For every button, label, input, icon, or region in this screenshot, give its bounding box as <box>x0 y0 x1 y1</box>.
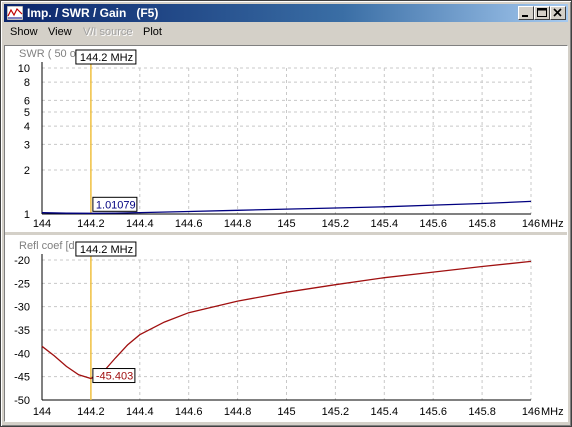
x-tick-label: 145.4 <box>371 218 399 230</box>
y-tick-label: 6 <box>24 95 30 107</box>
x-unit-label: MHz <box>541 218 564 230</box>
y-tick-label: 3 <box>24 139 30 151</box>
minimize-icon <box>522 15 528 17</box>
y-tick-label: 5 <box>24 107 30 119</box>
app-window: Imp. / SWR / Gain (F5) Show View V/I sou… <box>0 0 572 427</box>
x-tick-label: 144 <box>33 218 51 230</box>
menu-vi-source[interactable]: V/I source <box>83 26 133 38</box>
title-bar[interactable]: Imp. / SWR / Gain (F5) <box>4 4 568 22</box>
y-tick-label: -20 <box>14 255 30 267</box>
y-tick-label: -50 <box>14 395 30 407</box>
marker-frequency-box: 144.2 MHz <box>75 241 137 257</box>
y-tick-label: -40 <box>14 348 30 360</box>
x-tick-label: 144 <box>33 406 51 418</box>
menu-view[interactable]: View <box>48 26 72 38</box>
x-tick-label: 145.8 <box>468 218 496 230</box>
plots-canvas[interactable]: SWR ( 50 o144 144.2 144.4 144.6 144.8 145 145.… <box>5 46 567 421</box>
marker-value-label: 1.01079 <box>96 199 136 211</box>
marker-frequency-label: 144.2 MHz <box>80 52 133 64</box>
x-tick-label: 145.8 <box>468 406 496 418</box>
x-tick-label: 144.2 <box>77 218 105 230</box>
x-tick-label: 144.4 <box>126 406 154 418</box>
marker-value-label: -45.403 <box>96 371 133 383</box>
x-tick-label: 145.6 <box>419 406 447 418</box>
window-title: Imp. / SWR / Gain (F5) <box>27 6 159 20</box>
close-button[interactable] <box>550 6 566 20</box>
x-tick-label: 144.2 <box>77 406 105 418</box>
x-tick-label: 145.6 <box>419 218 447 230</box>
x-tick-label: 144.6 <box>175 406 203 418</box>
menu-bar: Show View V/I source Plot <box>4 24 568 42</box>
marker-value-box: -45.403 <box>92 368 136 384</box>
menu-show[interactable]: Show <box>10 26 38 38</box>
x-unit-label: MHz <box>541 406 564 418</box>
chart-divider <box>5 232 567 235</box>
x-tick-label: 145.2 <box>322 406 350 418</box>
maximize-button[interactable] <box>534 6 550 20</box>
chart-window-icon <box>7 6 23 20</box>
maximize-icon <box>537 8 547 17</box>
y-axis-label: Refl coef [dB <box>19 240 82 252</box>
x-tick-label: 146 <box>522 218 540 230</box>
refl-coef-chart: Refl coef [dB 144 144.2 144.4 144.6 144.8 145 1… <box>14 240 564 418</box>
marker-value-box: 1.01079 <box>92 196 138 212</box>
y-tick-label: 8 <box>24 77 30 89</box>
minimize-button[interactable] <box>518 6 534 20</box>
y-tick-label: 4 <box>24 121 30 133</box>
swr-chart: SWR ( 50 o144 144.2 144.4 144.6 144.8 145 145.… <box>18 48 564 230</box>
plot-panel: SWR ( 50 o 144 144.2 144.4 144.6 144.8 145 145.… <box>4 45 568 422</box>
y-tick-label: 10 <box>18 63 30 75</box>
marker-frequency-box: 144.2 MHz <box>75 49 137 65</box>
x-tick-label: 145 <box>277 218 295 230</box>
x-tick-label: 144.8 <box>224 406 252 418</box>
x-tick-label: 144.8 <box>224 218 252 230</box>
x-tick-label: 145.4 <box>371 406 399 418</box>
y-tick-label: 1 <box>24 209 30 221</box>
x-tick-label: 144.6 <box>175 218 203 230</box>
x-tick-label: 145.2 <box>322 218 350 230</box>
y-tick-label: -45 <box>14 372 30 384</box>
menu-plot[interactable]: Plot <box>143 26 162 38</box>
y-tick-label: -25 <box>14 278 30 290</box>
y-tick-label: -30 <box>14 302 30 314</box>
close-icon <box>553 8 562 17</box>
x-tick-label: 144.4 <box>126 218 154 230</box>
marker-frequency-label: 144.2 MHz <box>80 244 133 256</box>
y-tick-label: 2 <box>24 165 30 177</box>
y-axis-label: SWR ( 50 o <box>19 48 76 60</box>
y-tick-label: -35 <box>14 325 30 337</box>
x-tick-label: 145 <box>277 406 295 418</box>
x-tick-label: 146 <box>522 406 540 418</box>
